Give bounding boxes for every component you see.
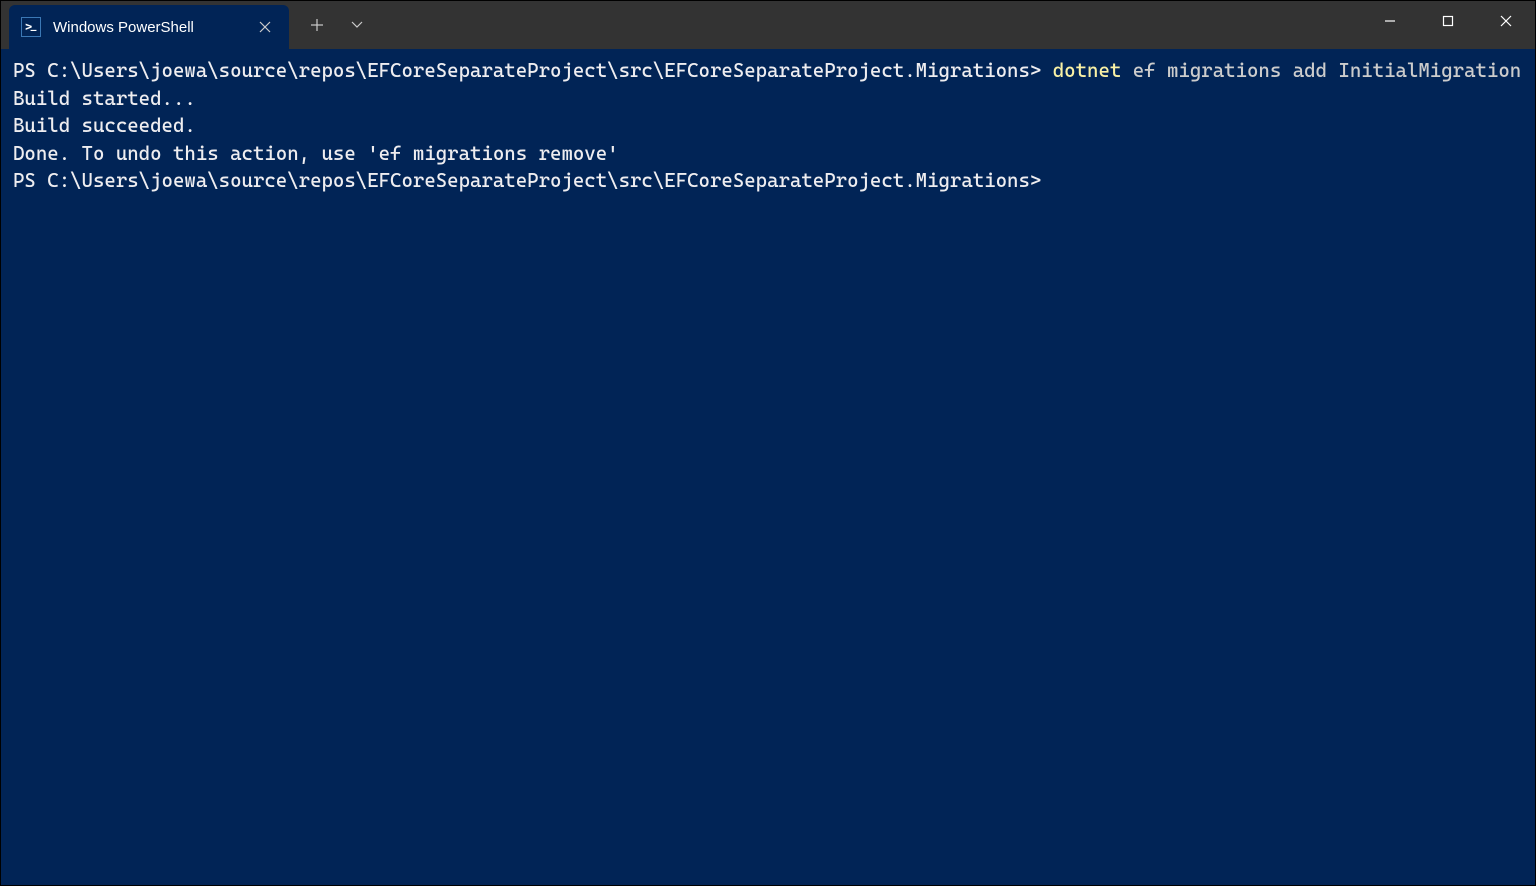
minimize-icon: [1384, 15, 1396, 27]
titlebar: Windows PowerShell: [1, 1, 1535, 49]
tab-dropdown-button[interactable]: [337, 5, 377, 45]
output-line: Done. To undo this action, use 'ef migra…: [13, 142, 619, 165]
new-tab-button[interactable]: [297, 5, 337, 45]
output-line: Build succeeded.: [13, 114, 196, 137]
output-line: Build started...: [13, 87, 196, 110]
plus-icon: [310, 18, 324, 32]
command-args: ef migrations add InitialMigration: [1121, 59, 1521, 82]
command-executable: dotnet: [1053, 59, 1122, 82]
powershell-icon: [21, 17, 41, 37]
titlebar-drag-area[interactable]: [377, 1, 1361, 49]
tab-close-button[interactable]: [253, 15, 277, 39]
close-icon: [259, 21, 271, 33]
tab-powershell[interactable]: Windows PowerShell: [9, 5, 289, 49]
close-icon: [1500, 15, 1512, 27]
window-controls: [1361, 1, 1535, 49]
close-window-button[interactable]: [1477, 1, 1535, 41]
terminal-output[interactable]: PS C:\Users\joewa\source\repos\EFCoreSep…: [1, 49, 1535, 203]
tab-title: Windows PowerShell: [53, 19, 233, 36]
prompt-text: PS C:\Users\joewa\source\repos\EFCoreSep…: [13, 59, 1053, 82]
prompt-text: PS C:\Users\joewa\source\repos\EFCoreSep…: [13, 169, 1041, 192]
titlebar-tab-controls: [297, 1, 377, 49]
minimize-button[interactable]: [1361, 1, 1419, 41]
maximize-button[interactable]: [1419, 1, 1477, 41]
chevron-down-icon: [351, 21, 363, 29]
maximize-icon: [1442, 15, 1454, 27]
